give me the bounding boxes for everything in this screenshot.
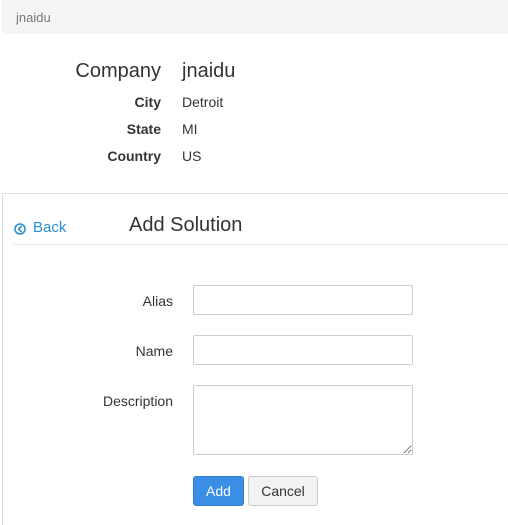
- back-label: Back: [33, 219, 67, 236]
- breadcrumb[interactable]: jnaidu: [16, 10, 51, 25]
- company-name: jnaidu: [182, 60, 236, 82]
- add-button[interactable]: Add: [193, 476, 244, 506]
- name-input[interactable]: [193, 335, 413, 365]
- title-divider: [13, 244, 508, 245]
- back-link[interactable]: Back: [14, 219, 66, 236]
- city-label: City: [134, 94, 161, 110]
- add-solution-panel: Back Add Solution Alias Name Description…: [2, 193, 508, 525]
- top-bar: jnaidu: [2, 0, 508, 34]
- cancel-button[interactable]: Cancel: [248, 476, 318, 506]
- country-value: US: [182, 148, 202, 164]
- country-label: Country: [107, 148, 161, 164]
- back-arrow-icon: [14, 222, 26, 235]
- alias-label: Alias: [142, 293, 173, 309]
- city-value: Detroit: [182, 94, 224, 110]
- description-textarea[interactable]: [193, 385, 413, 455]
- company-label: Company: [75, 60, 161, 82]
- panel-title: Add Solution: [129, 214, 243, 236]
- name-label: Name: [135, 343, 173, 359]
- alias-input[interactable]: [193, 285, 413, 315]
- state-value: MI: [182, 121, 198, 137]
- description-label: Description: [102, 393, 173, 409]
- state-label: State: [126, 121, 161, 137]
